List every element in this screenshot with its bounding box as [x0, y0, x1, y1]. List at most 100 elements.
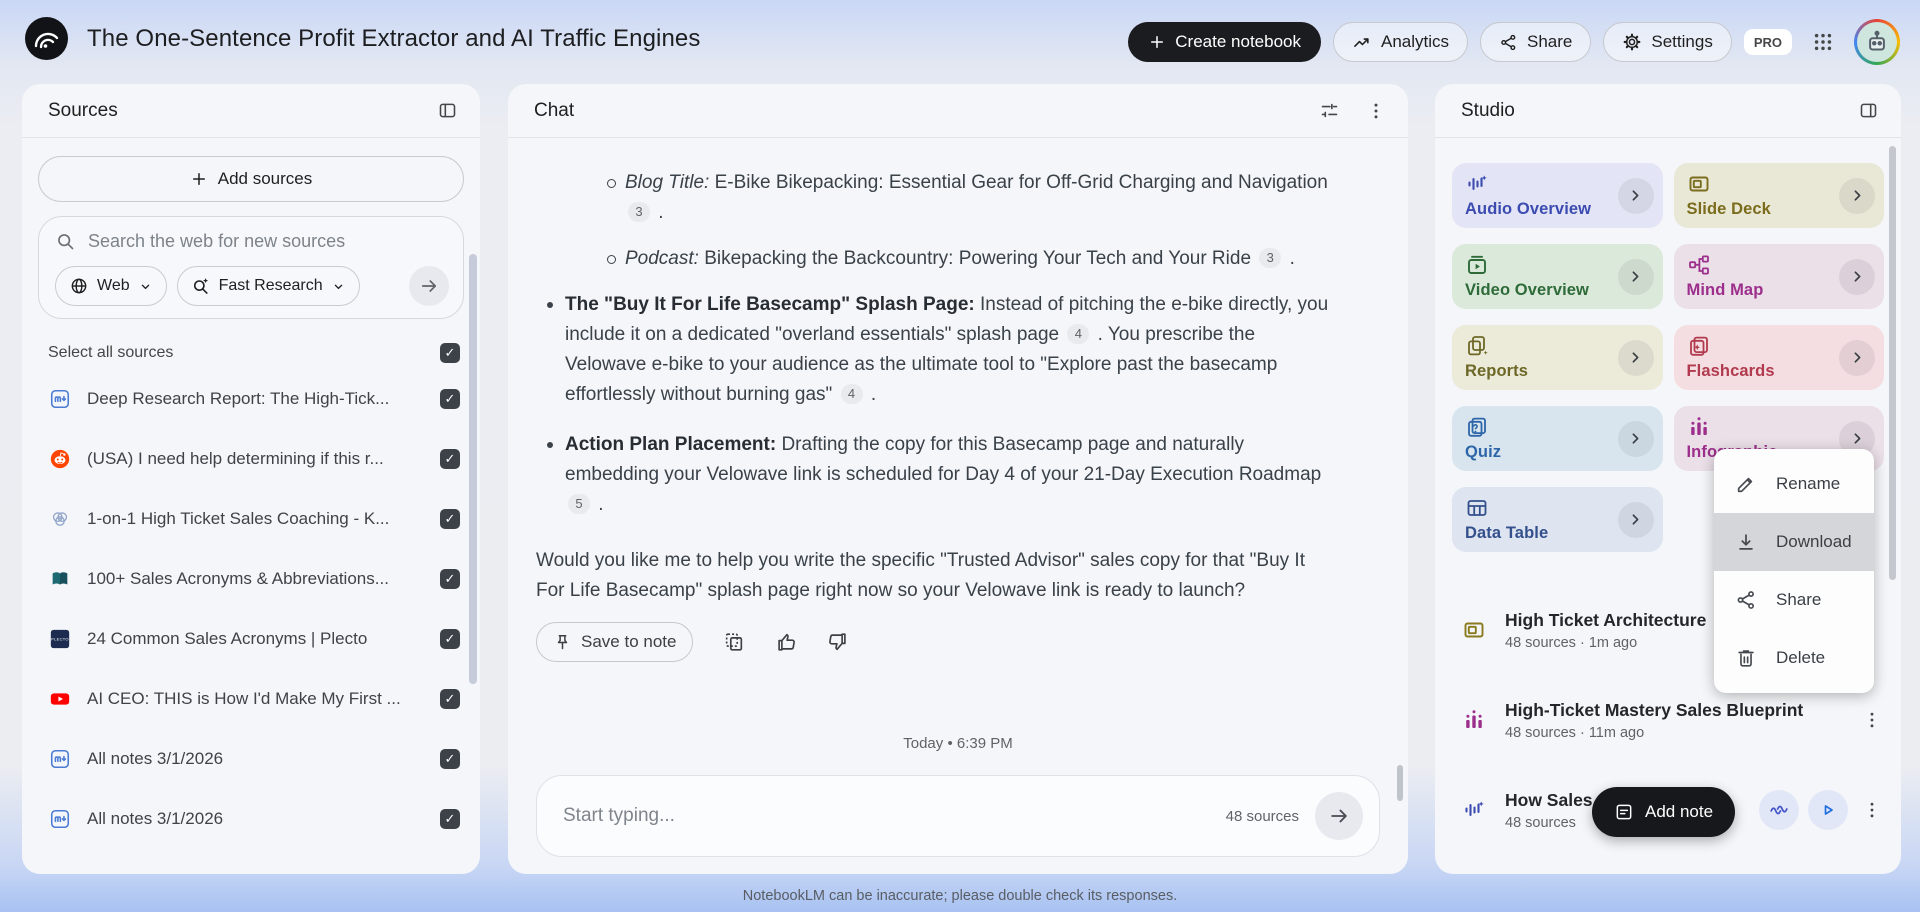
chat-settings-icon[interactable] — [1319, 100, 1340, 121]
studio-scrollbar[interactable] — [1889, 146, 1896, 580]
settings-button[interactable]: Settings — [1603, 22, 1732, 62]
studio-title: Studio — [1461, 99, 1515, 121]
venn-favicon-icon — [48, 507, 72, 531]
chevron-right-icon[interactable] — [1617, 339, 1654, 376]
source-checkbox[interactable]: ✓ — [440, 509, 460, 529]
source-checkbox[interactable]: ✓ — [440, 809, 460, 829]
chevron-right-icon[interactable] — [1617, 258, 1654, 295]
research-mode-dropdown[interactable]: Fast Research — [176, 266, 360, 306]
source-row[interactable]: All notes 3/1/2026 ✓ — [22, 729, 480, 789]
source-row[interactable]: 100+ Sales Acronyms & Abbreviations... ✓ — [22, 549, 480, 609]
add-sources-button[interactable]: Add sources — [38, 156, 464, 202]
send-button[interactable] — [1315, 792, 1363, 840]
studio-tile-audio-overview[interactable]: Audio Overview — [1452, 163, 1663, 228]
studio-tile-flashcards[interactable]: Flashcards — [1673, 325, 1884, 390]
menu-item-download[interactable]: Download — [1714, 513, 1874, 571]
search-input[interactable]: Search the web for new sources — [55, 231, 449, 252]
menu-item-label: Delete — [1776, 648, 1826, 667]
chevron-right-icon[interactable] — [1839, 258, 1875, 295]
svg-text:PLECTO: PLECTO — [51, 636, 69, 641]
note-more-icon[interactable] — [1857, 792, 1887, 828]
copy-icon[interactable] — [723, 631, 745, 653]
citation-chip[interactable]: 4 — [840, 384, 863, 404]
top-bar: The One-Sentence Profit Extractor and AI… — [0, 0, 1920, 78]
studio-tile-video-overview[interactable]: Video Overview — [1452, 244, 1663, 309]
chevron-right-icon[interactable] — [1839, 177, 1875, 214]
analytics-button[interactable]: Analytics — [1332, 22, 1469, 62]
doc-favicon-icon — [48, 387, 72, 411]
chat-scrollbar[interactable] — [1397, 765, 1403, 801]
citation-chip[interactable]: 3 — [1259, 248, 1282, 268]
chat-more-icon[interactable] — [1366, 101, 1386, 121]
menu-item-delete[interactable]: Delete — [1714, 629, 1874, 687]
interactive-mode-button[interactable] — [1759, 790, 1799, 830]
menu-item-label: Share — [1776, 590, 1822, 609]
chat-timestamp: Today • 6:39 PM — [903, 735, 1013, 752]
studio-tile-reports[interactable]: Reports — [1452, 325, 1663, 390]
note-icon — [1614, 802, 1634, 822]
notebook-title[interactable]: The One-Sentence Profit Extractor and AI… — [87, 25, 700, 53]
thumbs-up-icon[interactable] — [775, 631, 797, 653]
menu-item-share[interactable]: Share — [1714, 571, 1874, 629]
source-title: Deep Research Report: The High-Tick... — [87, 389, 390, 408]
waveform-icon — [1459, 798, 1489, 822]
share-button[interactable]: Share — [1480, 22, 1592, 62]
chat-bullet: The "Buy It For Life Basecamp" Splash Pa… — [536, 290, 1336, 410]
chevron-right-icon[interactable] — [1839, 339, 1875, 376]
avatar[interactable] — [1854, 19, 1900, 65]
studio-tile-slide-deck[interactable]: Slide Deck — [1673, 163, 1884, 228]
chat-text: Would you like me to help you write the … — [536, 550, 1305, 601]
source-checkbox[interactable]: ✓ — [440, 749, 460, 769]
source-row[interactable]: PLECTO 24 Common Sales Acronyms | Plecto ✓ — [22, 609, 480, 669]
chat-message: Blog Title: E-Bike Bikepacking: Essentia… — [508, 138, 1408, 606]
studio-tile-data-table[interactable]: Data Table — [1452, 487, 1663, 552]
menu-item-label: Download — [1776, 532, 1852, 551]
studio-tile-quiz[interactable]: Quiz — [1452, 406, 1663, 471]
source-row[interactable]: (USA) I need help determining if this r.… — [22, 429, 480, 489]
web-search-box: Search the web for new sources Web Fast … — [38, 216, 464, 319]
add-note-button[interactable]: Add note — [1592, 787, 1736, 837]
search-submit-button[interactable] — [409, 266, 449, 306]
collapse-panel-icon[interactable] — [437, 100, 458, 121]
studio-note-row[interactable]: High-Ticket Mastery Sales Blueprint 48 so… — [1459, 687, 1887, 753]
citation-chip[interactable]: 3 — [628, 202, 650, 222]
web-filter-dropdown[interactable]: Web — [55, 266, 167, 306]
studio-tile-mind-map[interactable]: Mind Map — [1673, 244, 1884, 309]
source-row[interactable]: 1-on-1 High Ticket Sales Coaching - K...… — [22, 489, 480, 549]
chevron-right-icon[interactable] — [1617, 420, 1654, 457]
citation-chip[interactable]: 4 — [1067, 324, 1090, 344]
chat-input[interactable]: Start typing... 48 sources — [536, 775, 1380, 857]
source-row[interactable]: Deep Research Report: The High-Tick... ✓ — [22, 369, 480, 429]
chevron-right-icon[interactable] — [1617, 177, 1654, 214]
context-menu: Rename Download Share Delete — [1714, 449, 1874, 693]
note-title: High-Ticket Mastery Sales Blueprint — [1505, 699, 1804, 720]
source-checkbox[interactable]: ✓ — [440, 449, 460, 469]
citation-chip[interactable]: 5 — [568, 494, 590, 514]
chat-text: Blog Title: E-Bike Bikepacking: Essentia… — [625, 172, 1328, 223]
plecto-favicon-icon: PLECTO — [48, 627, 72, 651]
source-checkbox[interactable]: ✓ — [440, 389, 460, 409]
source-checkbox[interactable]: ✓ — [440, 629, 460, 649]
chat-panel: Chat Blog Title: E-Bike Bikepacking: Ess… — [508, 84, 1408, 874]
notebooklm-logo-icon[interactable] — [24, 16, 69, 61]
thumbs-down-icon[interactable] — [827, 631, 849, 653]
infographic-icon — [1459, 708, 1489, 732]
select-all-checkbox[interactable]: ✓ — [440, 343, 460, 363]
play-button[interactable] — [1808, 790, 1848, 830]
pro-badge: PRO — [1743, 29, 1792, 55]
sources-scrollbar[interactable] — [469, 254, 477, 684]
source-row[interactable]: AI CEO: THIS is How I'd Make My First ..… — [22, 669, 480, 729]
chevron-right-icon[interactable] — [1617, 501, 1654, 538]
download-icon — [1735, 531, 1757, 553]
note-more-icon[interactable] — [1857, 702, 1887, 738]
apps-grid-icon[interactable] — [1804, 23, 1842, 61]
source-checkbox[interactable]: ✓ — [440, 689, 460, 709]
menu-item-rename[interactable]: Rename — [1714, 455, 1874, 513]
share-icon — [1735, 589, 1757, 611]
collapse-panel-icon[interactable] — [1858, 100, 1879, 121]
source-checkbox[interactable]: ✓ — [440, 569, 460, 589]
chat-paragraph: Would you like me to help you write the … — [536, 546, 1336, 606]
source-row[interactable]: All notes 3/1/2026 ✓ — [22, 789, 480, 849]
create-notebook-button[interactable]: Create notebook — [1128, 22, 1321, 62]
save-to-note-button[interactable]: Save to note — [536, 622, 694, 662]
